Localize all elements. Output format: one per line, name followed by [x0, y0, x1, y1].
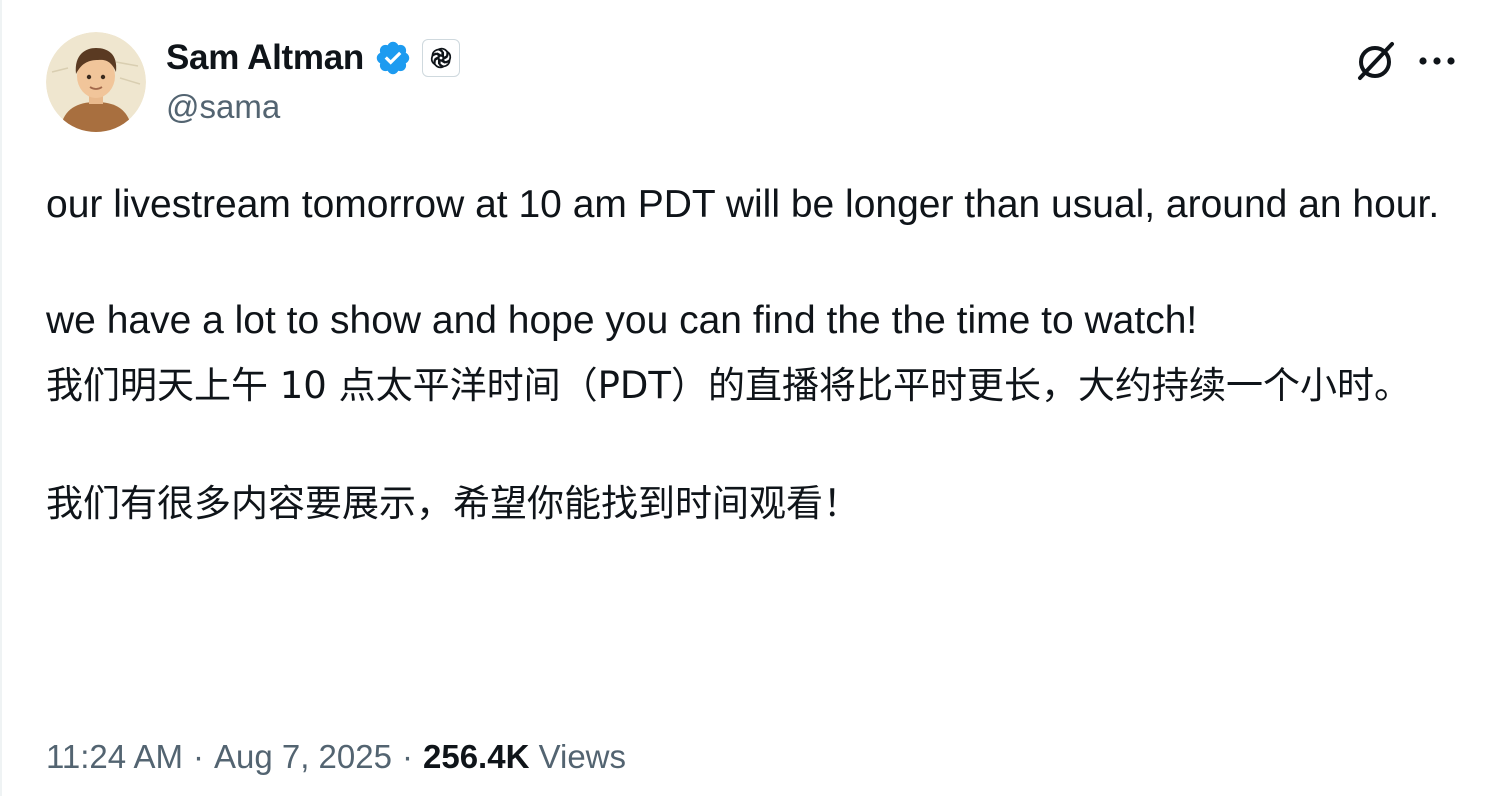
tweet-paragraph-zh-2: 我们有很多内容要展示，希望你能找到时间观看！: [46, 482, 860, 525]
meta-separator: ·: [401, 738, 413, 775]
tweet-meta: 11:24 AM · Aug 7, 2025 · 256.4K Views: [46, 738, 626, 776]
avatar[interactable]: [46, 32, 146, 132]
tweet-text: our livestream tomorrow at 10 am PDT wil…: [46, 176, 1446, 534]
more-icon[interactable]: [1414, 38, 1460, 84]
verified-badge-icon[interactable]: [374, 39, 412, 77]
name-row: Sam Altman: [166, 36, 460, 80]
tweet-actions: [1352, 38, 1460, 84]
openai-logo-icon[interactable]: [421, 39, 460, 77]
tweet-paragraph-en-1: our livestream tomorrow at 10 am PDT wil…: [46, 183, 1440, 226]
meta-separator: ·: [192, 738, 204, 775]
views-count[interactable]: 256.4K: [423, 738, 529, 775]
tweet-paragraph-zh-1: 我们明天上午 10 点太平洋时间（PDT）的直播将比平时更长，大约持续一个小时。: [46, 364, 1412, 407]
tweet-time[interactable]: 11:24 AM: [46, 738, 183, 775]
grok-icon[interactable]: [1352, 38, 1398, 84]
tweet-card: Sam Altman @sama our livestream tomorrow…: [0, 0, 1500, 796]
views-label: Views: [538, 738, 627, 775]
tweet-date[interactable]: Aug 7, 2025: [214, 738, 392, 775]
tweet-paragraph-en-2: we have a lot to show and hope you can f…: [46, 299, 1198, 342]
author-handle[interactable]: @sama: [166, 88, 460, 126]
author-identity: Sam Altman @sama: [166, 32, 460, 126]
author-display-name[interactable]: Sam Altman: [166, 38, 364, 78]
tweet-header: Sam Altman @sama: [46, 32, 460, 134]
